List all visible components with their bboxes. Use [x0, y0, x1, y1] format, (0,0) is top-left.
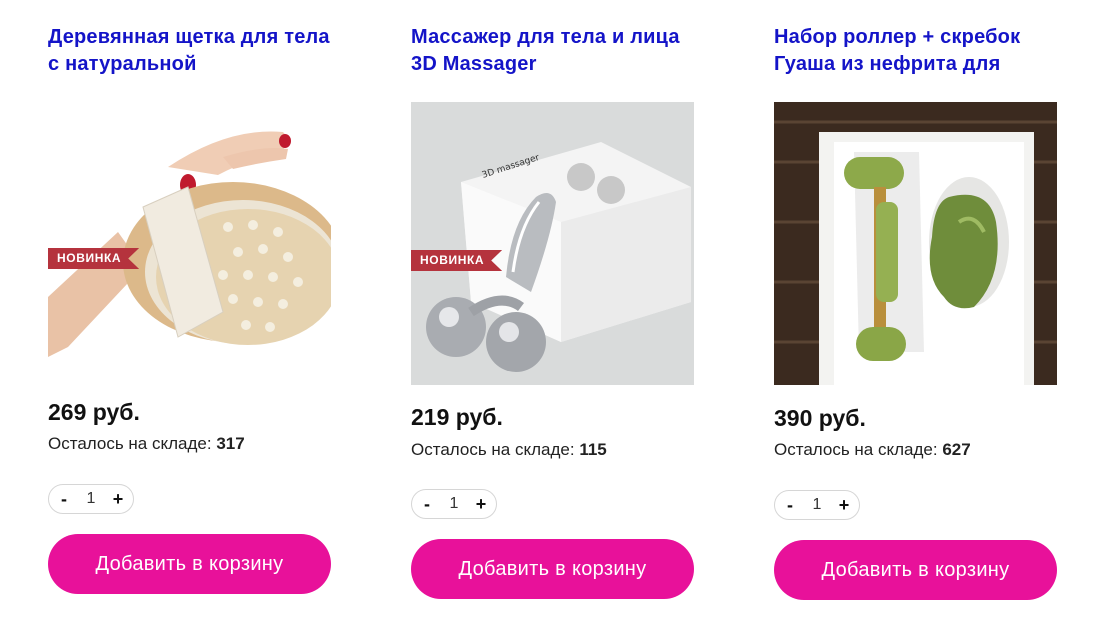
product-card: Деревянная щетка для тела с натуральной — [48, 24, 332, 594]
product-price: 269 руб. — [48, 399, 140, 425]
increase-button[interactable]: + — [109, 489, 127, 510]
new-badge: НОВИНКА — [411, 250, 503, 271]
stock-label: Осталось на складе: — [411, 440, 575, 459]
stock-count: 115 — [579, 440, 607, 459]
stock-count: 627 — [942, 440, 971, 459]
decrease-button[interactable]: - — [781, 495, 799, 516]
massager-photo: 3D massager — [411, 102, 694, 385]
product-title-link[interactable]: Деревянная щетка для тела с натуральной — [48, 24, 332, 78]
decrease-button[interactable]: - — [55, 489, 73, 510]
new-badge: НОВИНКА — [48, 248, 140, 269]
add-to-cart-button[interactable]: Добавить в корзину — [48, 534, 331, 594]
product-image-jade-roller[interactable] — [774, 102, 1057, 385]
add-to-cart-button[interactable]: Добавить в корзину — [774, 540, 1057, 600]
stock-label: Осталось на складе: — [774, 440, 938, 459]
product-price: 390 руб. — [774, 405, 866, 431]
quantity-input[interactable] — [77, 489, 105, 509]
product-title-link[interactable]: Набор роллер + скребок Гуаша из нефрита … — [774, 24, 1058, 78]
increase-button[interactable]: + — [472, 494, 490, 515]
jade-roller-photo — [774, 102, 1057, 385]
stock-info: Осталось на складе: 317 — [48, 434, 245, 454]
product-card: Массажер для тела и лица 3D Massager 3D … — [411, 24, 695, 599]
quantity-input[interactable] — [440, 494, 468, 514]
quantity-input[interactable] — [803, 495, 831, 515]
product-image-massager[interactable]: 3D massager — [411, 102, 694, 385]
quantity-stepper: - + — [411, 489, 497, 519]
stock-info: Осталось на складе: 627 — [774, 440, 971, 460]
stock-count: 317 — [216, 434, 245, 453]
product-price: 219 руб. — [411, 404, 503, 430]
decrease-button[interactable]: - — [418, 494, 436, 515]
quantity-stepper: - + — [774, 490, 860, 520]
product-card: Набор роллер + скребок Гуаша из нефрита … — [774, 24, 1058, 600]
stock-info: Осталось на складе: 115 — [411, 440, 607, 460]
brush-photo — [48, 97, 331, 380]
product-title-link[interactable]: Массажер для тела и лица 3D Massager — [411, 24, 695, 78]
stock-label: Осталось на складе: — [48, 434, 212, 453]
quantity-stepper: - + — [48, 484, 134, 514]
add-to-cart-button[interactable]: Добавить в корзину — [411, 539, 694, 599]
increase-button[interactable]: + — [835, 495, 853, 516]
product-image-brush[interactable] — [48, 97, 331, 380]
